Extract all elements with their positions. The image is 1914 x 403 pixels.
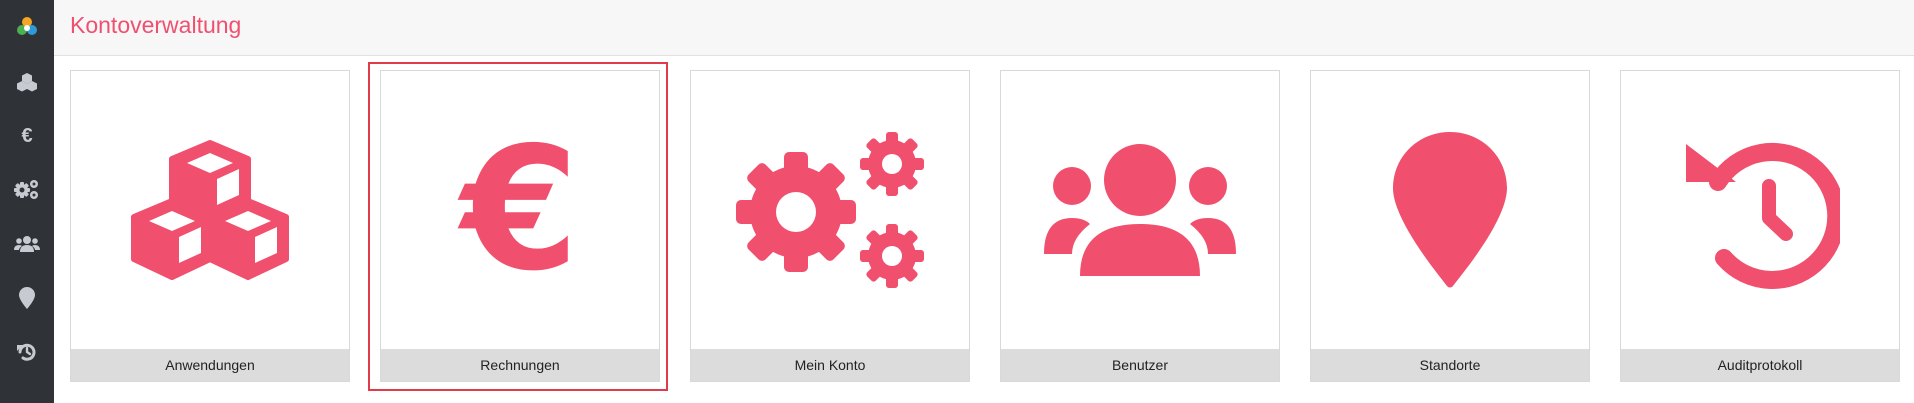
- tile-mein-konto[interactable]: Mein Konto: [690, 70, 970, 382]
- sidebar-item-auditprotokoll[interactable]: [0, 332, 54, 372]
- tile-label: Rechnungen: [381, 349, 659, 381]
- tile-label: Mein Konto: [691, 349, 969, 381]
- history-icon: [1686, 142, 1840, 289]
- euro-icon: €: [460, 111, 580, 309]
- tile-anwendungen[interactable]: Anwendungen: [70, 70, 350, 382]
- cubes-icon: [17, 73, 37, 92]
- page-title: Kontoverwaltung: [70, 12, 242, 38]
- cubes-icon: [131, 140, 289, 280]
- euro-icon: €: [21, 125, 33, 147]
- tile-label: Anwendungen: [71, 349, 349, 381]
- app-logo-icon: [17, 17, 37, 35]
- tile-rechnungen[interactable]: € Rechnungen: [380, 70, 660, 382]
- gears-icon: [14, 180, 38, 199]
- users-icon: [14, 236, 40, 252]
- tile-benutzer[interactable]: Benutzer: [1000, 70, 1280, 382]
- sidebar-item-rechnungen[interactable]: €: [0, 116, 54, 156]
- tile-label: Auditprotokoll: [1621, 349, 1899, 381]
- sidebar-logo[interactable]: [0, 6, 54, 46]
- gears-icon: [736, 132, 924, 288]
- sidebar-item-mein-konto[interactable]: [0, 170, 54, 210]
- tile-label: Benutzer: [1001, 349, 1279, 381]
- sidebar-item-anwendungen[interactable]: [0, 62, 54, 102]
- sidebar-item-standorte[interactable]: [0, 278, 54, 318]
- sidebar: €: [0, 0, 54, 403]
- sidebar-item-benutzer[interactable]: [0, 224, 54, 264]
- history-icon: [17, 343, 36, 361]
- tile-standorte[interactable]: Standorte: [1310, 70, 1590, 382]
- tile-label: Standorte: [1311, 349, 1589, 381]
- page-header: Kontoverwaltung: [54, 0, 1914, 56]
- map-marker-icon: [1393, 132, 1507, 288]
- tile-auditprotokoll[interactable]: Auditprotokoll: [1620, 70, 1900, 382]
- users-icon: [1044, 144, 1236, 276]
- map-marker-icon: [19, 287, 35, 309]
